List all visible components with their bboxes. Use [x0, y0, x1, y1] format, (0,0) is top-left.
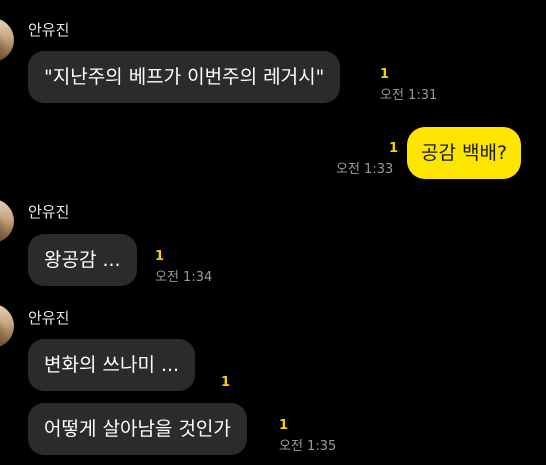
avatar[interactable]: [0, 199, 14, 243]
unread-count: 1: [389, 141, 399, 156]
sender-name: 안유진: [28, 309, 70, 327]
my-message-bubble[interactable]: 공감 백배?: [407, 127, 522, 179]
unread-count: 1: [221, 375, 231, 390]
message-time: 오전 1:34: [155, 270, 213, 285]
message-bubble[interactable]: "지난주의 베프가 이번주의 레거시": [28, 51, 341, 103]
unread-count: 1: [279, 418, 289, 433]
message-bubble[interactable]: 어떻게 살아남을 것인가: [28, 403, 247, 455]
sender-name: 안유진: [28, 21, 70, 39]
avatar[interactable]: [0, 18, 14, 62]
message-time: 오전 1:35: [279, 439, 337, 454]
unread-count: 1: [155, 249, 165, 264]
message-bubble[interactable]: 왕공감 ...: [28, 234, 137, 286]
message-time: 오전 1:31: [380, 88, 438, 103]
unread-count: 1: [380, 67, 390, 82]
sender-name: 안유진: [28, 203, 70, 221]
message-bubble[interactable]: 변화의 쓰나미 ...: [28, 339, 196, 391]
avatar[interactable]: [0, 304, 14, 348]
message-time: 오전 1:33: [336, 162, 394, 177]
